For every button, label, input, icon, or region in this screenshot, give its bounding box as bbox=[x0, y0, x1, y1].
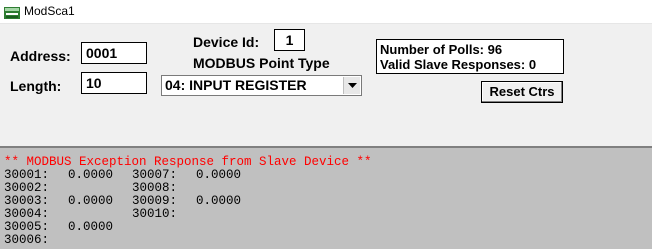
register-value: 0.0000 bbox=[68, 220, 114, 234]
address-input[interactable] bbox=[81, 42, 147, 64]
polls-count: Number of Polls: 96 bbox=[380, 42, 503, 57]
register-value: 0.0000 bbox=[196, 168, 242, 182]
poll-stats-box: Number of Polls: 96 Valid Slave Response… bbox=[376, 39, 564, 74]
register-label: 30010: bbox=[132, 207, 178, 221]
exception-message: ** MODBUS Exception Response from Slave … bbox=[4, 155, 372, 169]
length-label: Length: bbox=[10, 78, 62, 94]
point-type-select[interactable]: 04: INPUT REGISTER bbox=[161, 75, 362, 96]
device-id-input[interactable] bbox=[274, 29, 305, 51]
register-value: 0.0000 bbox=[68, 194, 114, 208]
register-value: 0.0000 bbox=[196, 194, 242, 208]
title-bar[interactable]: ModSca1 bbox=[0, 0, 652, 24]
form-panel: Address: Length: Device Id: MODBUS Point… bbox=[0, 24, 652, 146]
app-icon bbox=[4, 6, 20, 19]
dropdown-arrow-icon[interactable] bbox=[343, 77, 360, 94]
point-type-label: MODBUS Point Type bbox=[193, 55, 330, 71]
address-label: Address: bbox=[10, 48, 71, 64]
point-type-value: 04: INPUT REGISTER bbox=[165, 77, 307, 93]
length-input[interactable] bbox=[81, 72, 147, 94]
register-value: 0.0000 bbox=[68, 168, 114, 182]
register-data-view[interactable]: ** MODBUS Exception Response from Slave … bbox=[0, 146, 652, 249]
window-title: ModSca1 bbox=[24, 4, 75, 18]
valid-responses-count: Valid Slave Responses: 0 bbox=[380, 57, 537, 72]
register-label: 30006: bbox=[4, 233, 50, 247]
reset-counters-button[interactable]: Reset Ctrs bbox=[481, 81, 563, 103]
device-id-label: Device Id: bbox=[193, 34, 260, 50]
modscan-window: ModSca1 Address: Length: Device Id: MODB… bbox=[0, 0, 652, 249]
